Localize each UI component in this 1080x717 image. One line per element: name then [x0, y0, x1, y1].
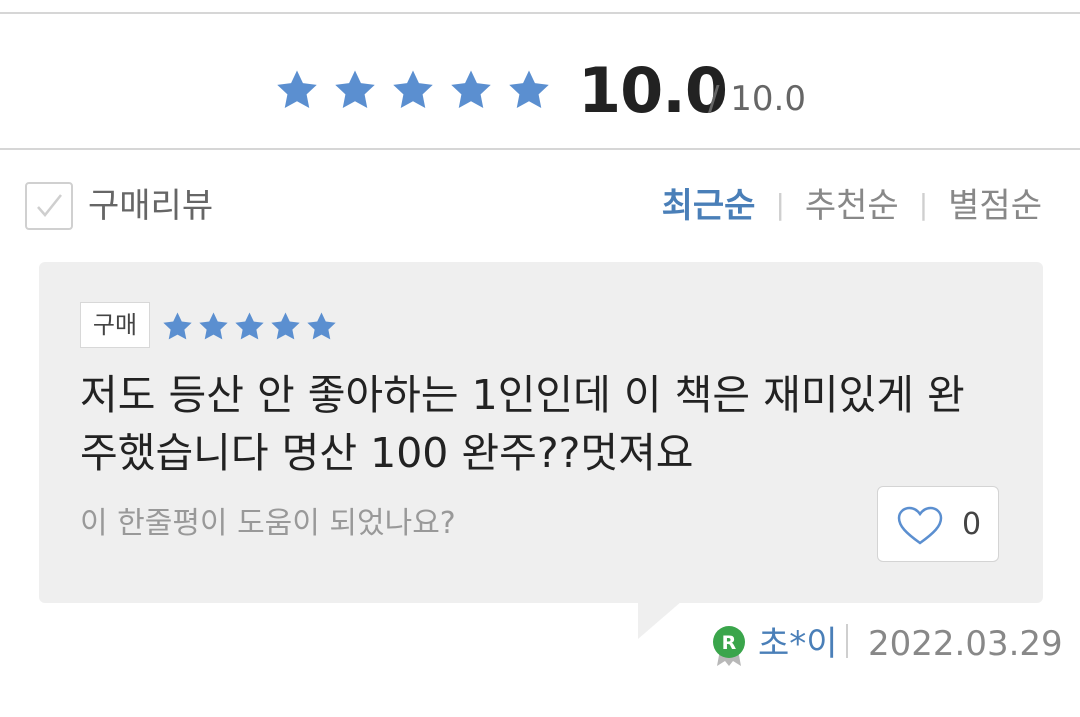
- star-icon: [199, 312, 228, 340]
- rating-max: / 10.0: [708, 79, 806, 119]
- star-icon: [271, 312, 300, 340]
- sort-divider: |: [918, 188, 929, 221]
- heart-icon: [897, 506, 943, 545]
- review-date: 2022.03.29: [868, 624, 1063, 664]
- card-pointer: [638, 601, 682, 639]
- star-icon: [393, 70, 433, 109]
- section-divider: [0, 148, 1080, 150]
- review-stars: [161, 310, 341, 342]
- like-count: 0: [962, 507, 982, 542]
- star-icon: [509, 70, 549, 109]
- sort-rating[interactable]: 별점순: [948, 186, 1042, 226]
- review-meta: R 초*이 2022.03.29: [712, 620, 1063, 668]
- author-name[interactable]: 초*이: [758, 622, 838, 666]
- svg-text:R: R: [722, 632, 737, 654]
- like-button[interactable]: 0: [877, 486, 999, 562]
- star-icon: [307, 312, 336, 340]
- sort-recent[interactable]: 최근순: [662, 186, 756, 226]
- star-icon: [235, 312, 264, 340]
- purchase-review-label[interactable]: 구매리뷰: [88, 184, 213, 228]
- star-icon: [335, 70, 375, 109]
- meta-divider: [846, 624, 848, 658]
- helpful-prompt: 이 한줄평이 도움이 되었나요?: [80, 506, 456, 541]
- star-icon: [277, 70, 317, 109]
- rating-summary: 10.0 / 10.0: [0, 14, 1080, 150]
- review-text: 저도 등산 안 좋아하는 1인인데 이 책은 재미있게 완주했습니다 명산 10…: [80, 371, 965, 477]
- review-filter-bar: 구매리뷰 최근순 | 추천순 | 별점순: [0, 176, 1080, 236]
- star-icon: [451, 70, 491, 109]
- check-icon: [37, 194, 62, 217]
- purchase-badge: 구매: [80, 302, 150, 348]
- star-icon: [163, 312, 192, 340]
- sort-divider: |: [775, 188, 785, 221]
- reviewer-badge-icon: R: [713, 626, 745, 666]
- purchase-review-checkbox[interactable]: [25, 182, 73, 230]
- sort-options: 최근순 | 추천순 | 별점순: [662, 184, 1042, 230]
- rating-stars: [274, 67, 564, 117]
- review-card: 구매 저도 등산 안 좋아하는 1인인데 이 책은 재미있게 완주했습니다 명산…: [39, 262, 1043, 603]
- sort-recommended[interactable]: 추천순: [805, 186, 899, 226]
- rating-score: 10.0: [578, 54, 728, 127]
